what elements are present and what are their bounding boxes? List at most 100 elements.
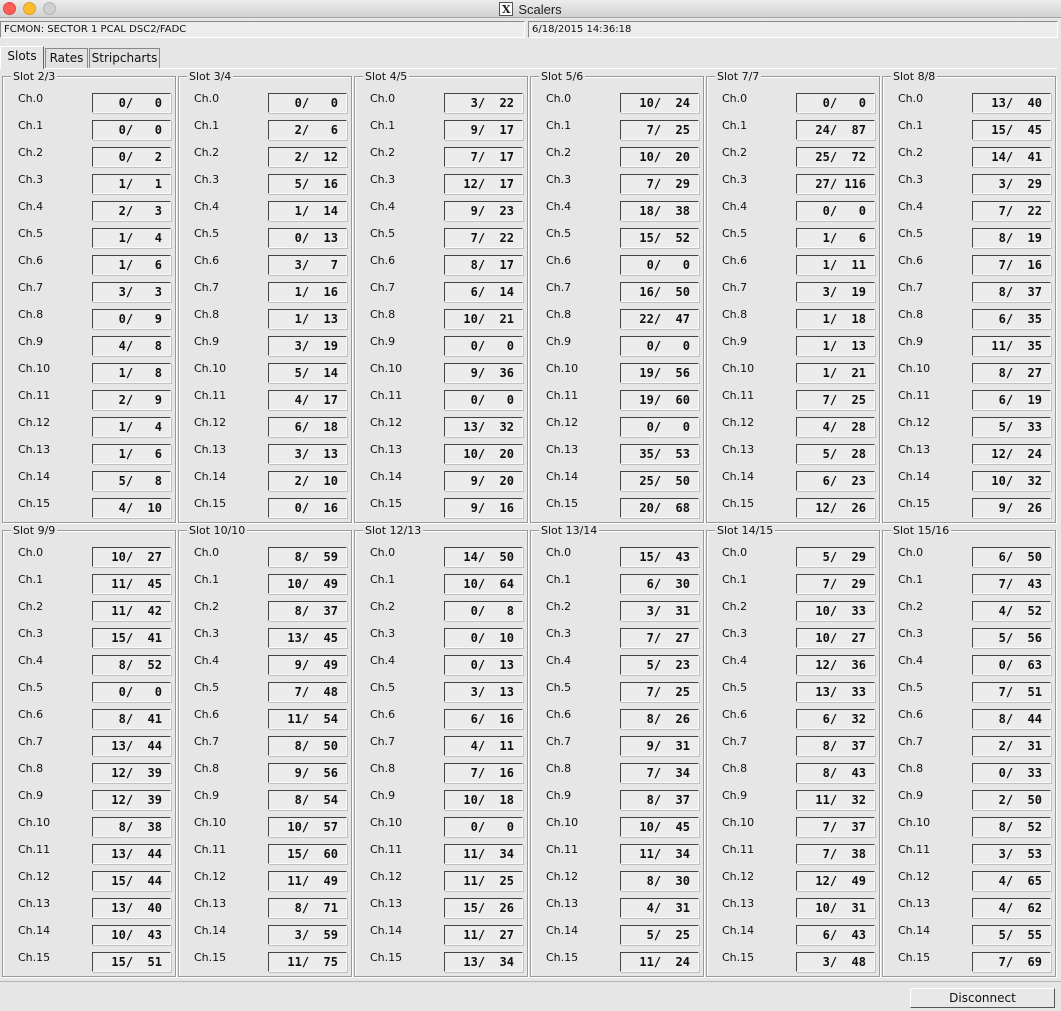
channel-label: Ch.11 [194,843,227,856]
channel-row: Ch.1 11/ 45 [3,573,177,600]
channel-value-field: 11/ 24 [620,952,699,972]
channel-label: Ch.5 [194,681,220,694]
channel-value-field: 6/ 16 [444,709,523,729]
channel-value-field: 1/ 6 [92,255,171,275]
channel-value-field: 8/ 52 [972,817,1051,837]
channel-row: Ch.0 6/ 50 [883,546,1057,573]
channel-row: Ch.4 12/ 36 [707,654,881,681]
channel-label: Ch.8 [546,762,572,775]
channel-label: Ch.11 [898,843,931,856]
channel-value-field: 10/ 21 [444,309,523,329]
channel-value-field: 4/ 17 [268,390,347,410]
channel-row: Ch.3 13/ 45 [179,627,353,654]
channel-label: Ch.1 [18,119,44,132]
channel-label: Ch.10 [722,362,755,375]
channel-row: Ch.14 25/ 50 [531,470,705,497]
channel-value-field: 1/ 6 [796,228,875,248]
channel-label: Ch.2 [370,600,396,613]
channel-row: Ch.14 5/ 8 [3,470,177,497]
channel-label: Ch.15 [194,497,227,510]
channel-value-field: 0/ 63 [972,655,1051,675]
tab-rates[interactable]: Rates [45,48,88,68]
channel-label: Ch.6 [18,708,44,721]
channel-value-field: 7/ 25 [620,120,699,140]
channel-label: Ch.12 [722,870,755,883]
channel-value-field: 0/ 8 [444,601,523,621]
channel-row: Ch.4 1/ 14 [179,200,353,227]
slot-panel: Slot 12/13 Ch.0 14/ 50 Ch.1 10/ 64 Ch.2 0/ 8 Ch… [354,524,529,977]
channel-row: Ch.0 14/ 50 [355,546,529,573]
channel-row: Ch.1 24/ 87 [707,119,881,146]
channel-row: Ch.11 19/ 60 [531,389,705,416]
channel-value-field: 8/ 50 [268,736,347,756]
channel-row: Ch.6 8/ 26 [531,708,705,735]
channel-value-field: 0/ 16 [268,498,347,518]
channel-label: Ch.6 [722,254,748,267]
disconnect-label: Disconnect [949,991,1016,1005]
channel-row: Ch.4 8/ 52 [3,654,177,681]
channel-row: Ch.8 1/ 18 [707,308,881,335]
channel-row: Ch.12 12/ 49 [707,870,881,897]
channel-row: Ch.14 2/ 10 [179,470,353,497]
channel-label: Ch.1 [194,119,220,132]
channel-value-field: 8/ 19 [972,228,1051,248]
channel-value-field: 0/ 0 [92,682,171,702]
channel-row: Ch.2 14/ 41 [883,146,1057,173]
channel-row: Ch.11 7/ 38 [707,843,881,870]
channel-value-field: 9/ 23 [444,201,523,221]
channel-value-field: 7/ 37 [796,817,875,837]
disconnect-button[interactable]: Disconnect [910,988,1055,1008]
channel-label: Ch.4 [898,200,924,213]
channel-row: Ch.8 22/ 47 [531,308,705,335]
channel-row: Ch.8 1/ 13 [179,308,353,335]
channel-row: Ch.5 7/ 51 [883,681,1057,708]
channel-row: Ch.7 1/ 16 [179,281,353,308]
channel-row: Ch.1 2/ 6 [179,119,353,146]
channel-value-field: 4/ 52 [972,601,1051,621]
channel-row: Ch.12 4/ 65 [883,870,1057,897]
channel-value-field: 6/ 43 [796,925,875,945]
channel-value-field: 1/ 16 [268,282,347,302]
channel-label: Ch.13 [18,443,51,456]
tab-stripcharts[interactable]: Stripcharts [89,48,160,68]
channel-value-field: 0/ 9 [92,309,171,329]
channel-value-field: 1/ 6 [92,444,171,464]
channel-label: Ch.5 [546,227,572,240]
channel-label: Ch.10 [370,362,403,375]
channel-row: Ch.7 3/ 19 [707,281,881,308]
channel-value-field: 3/ 53 [972,844,1051,864]
channel-row: Ch.9 10/ 18 [355,789,529,816]
channel-label: Ch.3 [898,627,924,640]
channel-row: Ch.5 1/ 6 [707,227,881,254]
channel-value-field: 0/ 2 [92,147,171,167]
channel-value-field: 13/ 40 [92,898,171,918]
channel-label: Ch.1 [898,119,924,132]
channel-row: Ch.13 13/ 40 [3,897,177,924]
channel-value-field: 5/ 29 [796,547,875,567]
channel-row: Ch.1 7/ 43 [883,573,1057,600]
channel-label: Ch.11 [546,389,579,402]
channel-label: Ch.12 [18,416,51,429]
channel-row: Ch.13 12/ 24 [883,443,1057,470]
channel-value-field: 1/ 8 [92,363,171,383]
channel-row: Ch.15 9/ 26 [883,497,1057,524]
channel-row: Ch.10 10/ 57 [179,816,353,843]
channel-label: Ch.6 [898,708,924,721]
channel-row: Ch.15 7/ 69 [883,951,1057,978]
channel-row: Ch.0 5/ 29 [707,546,881,573]
slot-panel: Slot 8/8 Ch.0 13/ 40 Ch.1 15/ 45 Ch.2 14/ 41 Ch… [882,70,1057,524]
channel-value-field: 13/ 40 [972,93,1051,113]
channel-label: Ch.4 [546,654,572,667]
channel-value-field: 3/ 3 [92,282,171,302]
channel-value-field: 7/ 25 [620,682,699,702]
channel-row: Ch.0 0/ 0 [179,92,353,119]
channel-label: Ch.15 [898,951,931,964]
channel-value-field: 10/ 20 [620,147,699,167]
channel-row: Ch.12 0/ 0 [531,416,705,443]
tab-slots[interactable]: Slots [0,46,44,69]
channel-label: Ch.14 [546,924,579,937]
x11-app-icon: X [499,2,514,16]
channel-value-field: 7/ 48 [268,682,347,702]
channel-label: Ch.5 [722,227,748,240]
channel-label: Ch.2 [722,600,748,613]
